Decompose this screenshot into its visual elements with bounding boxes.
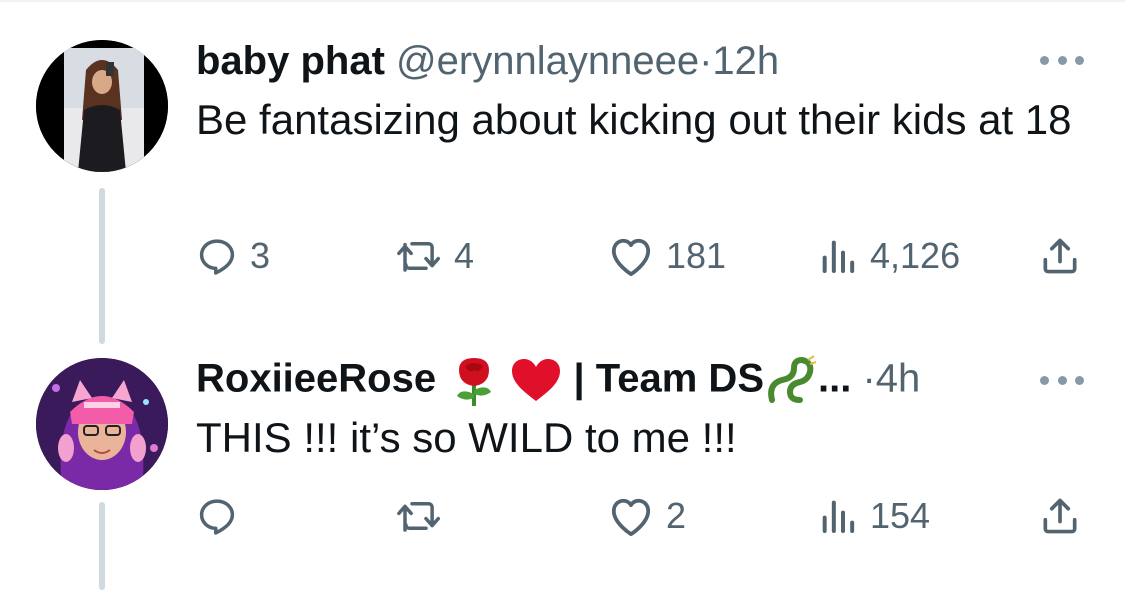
separator-dot: · xyxy=(862,356,876,401)
thread-line xyxy=(99,188,105,344)
tweet-header: baby phat @erynnlaynneee·12h xyxy=(196,37,779,85)
display-name-part[interactable]: | Team DS xyxy=(573,357,764,401)
share-icon xyxy=(1043,238,1077,274)
heart-icon xyxy=(611,498,651,537)
thread-line xyxy=(99,502,105,590)
views-button[interactable]: 154 xyxy=(818,492,930,540)
reply-button[interactable]: 3 xyxy=(196,232,270,280)
views-icon xyxy=(822,500,855,533)
view-count: 154 xyxy=(870,495,931,536)
views-icon xyxy=(822,240,855,273)
action-bar: 2 154 xyxy=(196,492,1096,540)
tweet-2[interactable]: RoxiieeRose | Team DS ... ·4h THIS !!! i… xyxy=(0,330,1125,590)
rose-emoji-icon xyxy=(457,358,492,406)
retweet-count: 4 xyxy=(454,235,475,276)
red-heart-emoji-icon xyxy=(512,359,561,401)
more-icon-dot xyxy=(1075,375,1084,385)
like-button[interactable]: 181 xyxy=(608,232,726,280)
tweet-1[interactable]: baby phat @erynnlaynneee·12h Be fantasiz… xyxy=(0,0,1125,344)
reply-button[interactable] xyxy=(196,492,250,540)
like-count: 2 xyxy=(666,495,687,536)
share-button[interactable] xyxy=(1038,492,1082,540)
timestamp[interactable]: 12h xyxy=(712,39,779,83)
tweet-text: Be fantasizing about kicking out their k… xyxy=(196,96,1072,143)
view-count: 4,126 xyxy=(870,235,961,276)
action-bar: 3 4 181 4,126 xyxy=(196,232,1096,280)
share-button[interactable] xyxy=(1038,232,1082,280)
avatar[interactable] xyxy=(36,40,168,172)
avatar[interactable] xyxy=(36,358,168,490)
retweet-button[interactable] xyxy=(396,492,454,540)
tweet-header: RoxiieeRose | Team DS ... ·4h xyxy=(196,354,920,408)
like-count: 181 xyxy=(666,235,727,276)
reply-icon xyxy=(199,499,235,535)
heart-icon xyxy=(611,238,651,277)
reply-icon xyxy=(199,239,235,275)
more-icon xyxy=(1040,55,1049,65)
more-options-button[interactable] xyxy=(1040,52,1084,68)
user-handle[interactable]: @erynnlaynneee xyxy=(396,39,699,83)
more-icon-dot xyxy=(1075,55,1084,65)
more-options-button[interactable] xyxy=(1040,372,1084,388)
separator-dot: · xyxy=(699,39,713,83)
more-icon-dot xyxy=(1057,55,1067,65)
dragon-emoji-icon xyxy=(768,355,817,403)
display-name[interactable]: baby phat xyxy=(196,39,385,83)
reply-count: 3 xyxy=(250,235,271,276)
retweet-icon xyxy=(397,502,440,532)
display-name-part[interactable]: RoxiieeRose xyxy=(196,357,436,401)
retweet-button[interactable]: 4 xyxy=(396,232,474,280)
like-button[interactable]: 2 xyxy=(608,492,686,540)
name-truncation: ... xyxy=(818,356,852,401)
more-icon xyxy=(1040,375,1049,385)
views-button[interactable]: 4,126 xyxy=(818,232,960,280)
tweet-text: THIS !!! it’s so WILD to me !!! xyxy=(196,414,737,461)
share-icon xyxy=(1043,498,1077,534)
more-icon-dot xyxy=(1057,375,1067,385)
retweet-icon xyxy=(397,242,440,272)
timestamp[interactable]: 4h xyxy=(876,357,921,401)
